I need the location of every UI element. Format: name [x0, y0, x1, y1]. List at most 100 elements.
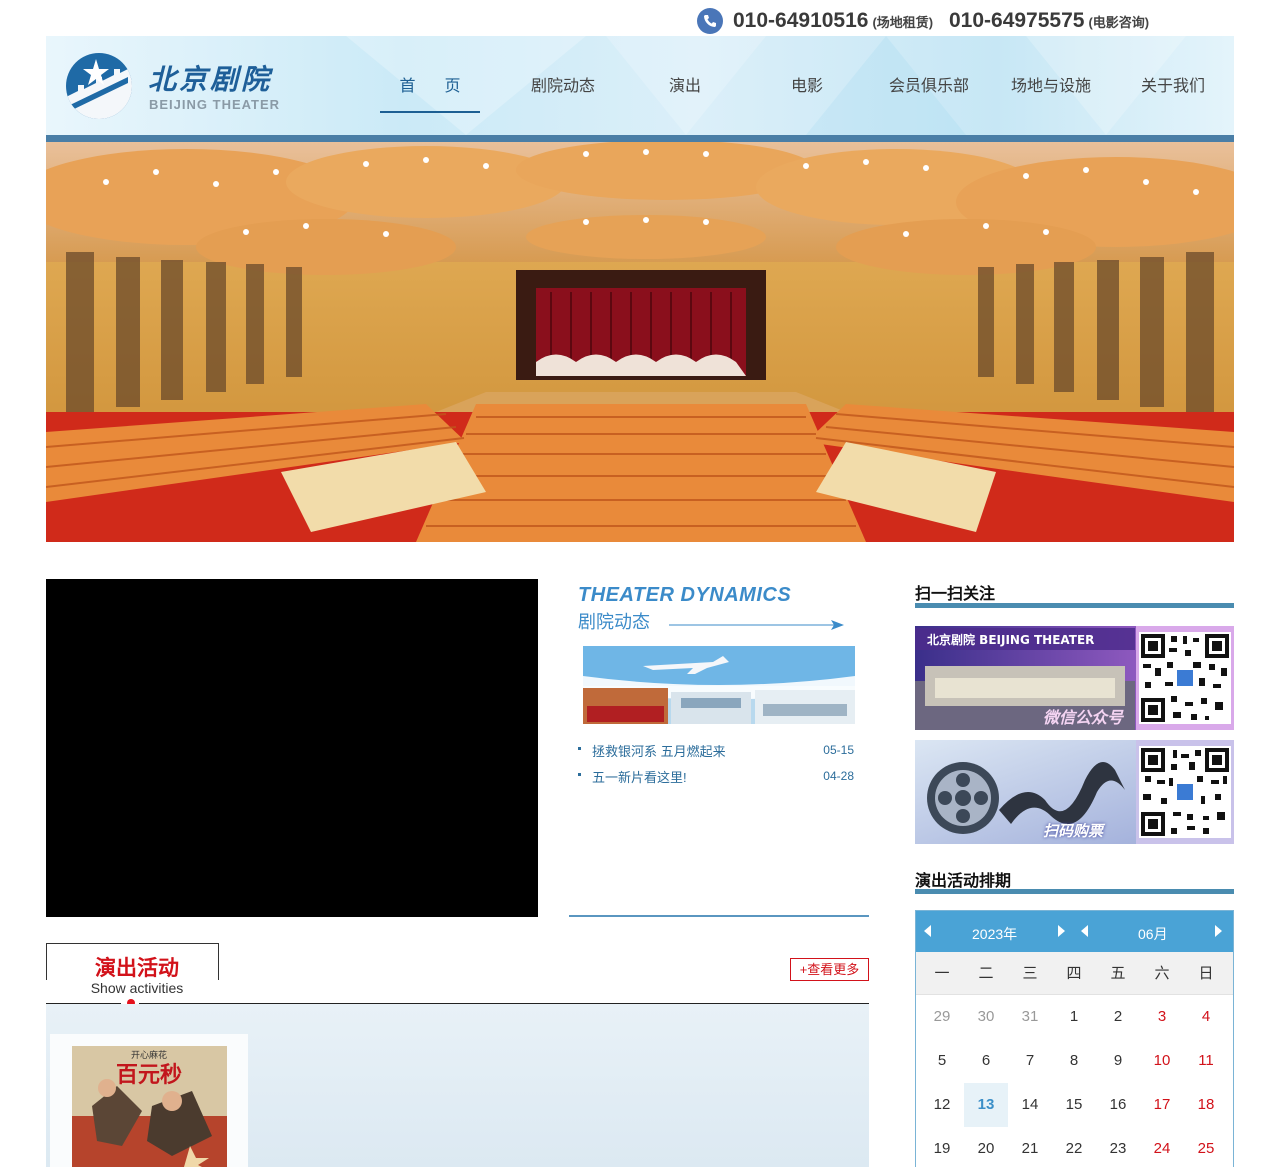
- poster-tag: 开心麻花: [131, 1049, 167, 1061]
- nav-home[interactable]: 首 页: [380, 76, 480, 113]
- weekday-label: 二: [978, 965, 994, 982]
- follow-divider: [915, 603, 1234, 608]
- calendar-week-row: 19 20 21 22 23 24 25: [920, 1127, 1233, 1167]
- calendar-header: 2023年 06月: [916, 911, 1233, 952]
- calendar-day[interactable]: 23: [1096, 1127, 1140, 1167]
- calendar-day[interactable]: 30: [964, 995, 1008, 1039]
- calendar-day[interactable]: 5: [920, 1039, 964, 1083]
- dynamics-divider: [569, 915, 869, 917]
- calendar-day[interactable]: 31: [1008, 995, 1052, 1039]
- view-more-button[interactable]: +查看更多: [790, 958, 869, 981]
- calendar-day[interactable]: 17: [1140, 1083, 1184, 1127]
- calendar-weekdays: 一 二 三 四 五 六 日: [916, 952, 1233, 995]
- bullet-icon: [578, 772, 581, 776]
- nav-about[interactable]: 关于我们: [1112, 76, 1234, 113]
- prev-month-icon[interactable]: [1081, 925, 1088, 937]
- calendar-day[interactable]: 16: [1096, 1083, 1140, 1127]
- calendar-day[interactable]: 25: [1184, 1127, 1228, 1167]
- calendar-day[interactable]: 11: [1184, 1039, 1228, 1083]
- phone-icon: [697, 8, 723, 34]
- news-date: 04-28: [823, 769, 854, 783]
- schedule-title: 演出活动排期: [915, 873, 1012, 890]
- arrow-right-icon: [669, 620, 844, 630]
- news-title[interactable]: 拯救银河系 五月燃起来: [592, 741, 726, 760]
- nav-movies[interactable]: 电影: [746, 76, 868, 113]
- phone-cinema: 010-64975575: [948, 9, 1085, 32]
- logo-name-en: BEIJING THEATER: [149, 97, 281, 112]
- weekday-label: 四: [1066, 965, 1082, 982]
- video-player[interactable]: [46, 579, 538, 917]
- calendar-day[interactable]: 8: [1052, 1039, 1096, 1083]
- calendar-day[interactable]: 3: [1140, 995, 1184, 1039]
- calendar-day[interactable]: 6: [964, 1039, 1008, 1083]
- main-nav: 首 页 剧院动态 演出 电影 会员俱乐部 场地与设施 关于我们: [380, 76, 1234, 116]
- schedule-divider: [915, 889, 1234, 894]
- show-poster-image[interactable]: 开心麻花 百元秒: [72, 1046, 227, 1167]
- site-header: 北京剧院 BEIJING THEATER 首 页 剧院动态 演出 电影 会员俱乐…: [46, 36, 1234, 135]
- news-date: 05-15: [823, 743, 854, 757]
- poster-title: 百元秒: [116, 1063, 182, 1088]
- calendar-day[interactable]: 9: [1096, 1039, 1140, 1083]
- next-month-icon[interactable]: [1215, 925, 1222, 937]
- calendar-day-today[interactable]: 13: [964, 1083, 1008, 1127]
- nav-member-club[interactable]: 会员俱乐部: [868, 76, 990, 113]
- contact-bar: 010-64910516 (场地租赁) 010-64975575 (电影咨询): [0, 0, 1280, 36]
- phone-rental: 010-64910516: [733, 9, 869, 32]
- weekday-label: 五: [1110, 965, 1126, 982]
- news-list: 拯救银河系 五月燃起来 05-15 五一新片看这里! 04-28: [578, 737, 854, 789]
- logo-name-cn: 北京剧院: [148, 63, 273, 96]
- calendar-day[interactable]: 1: [1052, 995, 1096, 1039]
- calendar-day[interactable]: 18: [1184, 1083, 1228, 1127]
- ticket-qr-code: [1139, 746, 1231, 838]
- activities-title-cn: 演出活动: [95, 957, 179, 980]
- weekday-label: 一: [934, 965, 950, 982]
- news-item[interactable]: 拯救银河系 五月燃起来 05-15: [578, 737, 854, 763]
- nav-shows[interactable]: 演出: [624, 76, 746, 113]
- calendar-week-row: 12 13 14 15 16 17 18: [920, 1083, 1233, 1127]
- dynamics-title-cn[interactable]: 剧院动态: [578, 608, 650, 634]
- weekday-label: 日: [1198, 965, 1214, 982]
- calendar-week-row: 5 6 7 8 9 10 11: [920, 1039, 1233, 1083]
- nav-venues[interactable]: 场地与设施: [990, 76, 1112, 113]
- wechat-qr-code: [1139, 632, 1231, 724]
- news-item[interactable]: 五一新片看这里! 04-28: [578, 763, 854, 789]
- wechat-qr-card[interactable]: 北京剧院 BEIJING THEATER 微信公众号: [915, 626, 1234, 730]
- ticket-label: 扫码购票: [1043, 823, 1104, 840]
- logo-icon[interactable]: [66, 53, 132, 119]
- calendar-week-row: 29 30 31 1 2 3 4: [920, 995, 1233, 1039]
- calendar-day[interactable]: 29: [920, 995, 964, 1039]
- calendar-month: 06月: [1138, 926, 1168, 942]
- ticket-qr-card[interactable]: 扫码购票: [915, 740, 1234, 844]
- calendar-day[interactable]: 14: [1008, 1083, 1052, 1127]
- calendar-day[interactable]: 7: [1008, 1039, 1052, 1083]
- calendar-days: 29 30 31 1 2 3 4 5 6 7 8 9 10 11 12 13 14 15 16 17 18 19 20 21 2…: [916, 995, 1233, 1167]
- dynamics-title-en: THEATER DYNAMICS: [578, 584, 792, 606]
- calendar-day[interactable]: 15: [1052, 1083, 1096, 1127]
- activities-title-en: Show activities: [90, 980, 184, 996]
- header-divider: [46, 135, 1234, 142]
- news-title[interactable]: 五一新片看这里!: [592, 767, 687, 786]
- calendar-day[interactable]: 4: [1184, 995, 1228, 1039]
- prev-year-icon[interactable]: [924, 925, 931, 937]
- calendar-year: 2023年: [972, 926, 1018, 942]
- bullet-icon: [578, 746, 581, 750]
- phone-rental-note: (场地租赁): [872, 15, 934, 30]
- wechat-label: 微信公众号: [1043, 710, 1124, 727]
- weekday-label: 三: [1022, 965, 1038, 982]
- calendar-day[interactable]: 24: [1140, 1127, 1184, 1167]
- calendar-day[interactable]: 12: [920, 1083, 964, 1127]
- calendar-day[interactable]: 2: [1096, 995, 1140, 1039]
- calendar-day[interactable]: 10: [1140, 1039, 1184, 1083]
- wechat-card-sign: 北京剧院 BEIJING THEATER: [927, 632, 1094, 647]
- phone-numbers: 010-64910516 (场地租赁) 010-64975575 (电影咨询): [733, 9, 1159, 33]
- calendar-day[interactable]: 22: [1052, 1127, 1096, 1167]
- calendar-day[interactable]: 21: [1008, 1127, 1052, 1167]
- phone-cinema-note: (电影咨询): [1088, 15, 1150, 30]
- dynamics-cover-image[interactable]: [583, 646, 855, 724]
- next-year-icon[interactable]: [1058, 925, 1065, 937]
- calendar-day[interactable]: 19: [920, 1127, 964, 1167]
- nav-theater-news[interactable]: 剧院动态: [502, 76, 624, 113]
- hero-banner-image[interactable]: [46, 142, 1234, 542]
- follow-title: 扫一扫关注: [915, 586, 996, 603]
- calendar-day[interactable]: 20: [964, 1127, 1008, 1167]
